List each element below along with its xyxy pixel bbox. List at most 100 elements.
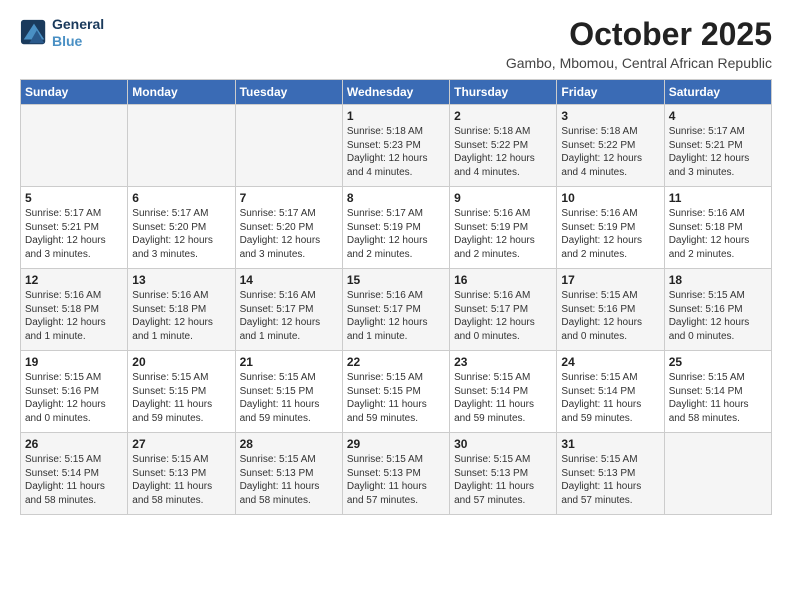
day-info: Sunrise: 5:18 AM Sunset: 5:23 PM Dayligh… <box>347 125 445 179</box>
col-monday: Monday <box>128 80 235 105</box>
day-number: 18 <box>669 273 767 287</box>
logo-line2: Blue <box>52 33 104 50</box>
location-subtitle: Gambo, Mbomou, Central African Republic <box>506 55 772 71</box>
week-row-2: 5 Sunrise: 5:17 AM Sunset: 5:21 PM Daylig… <box>21 187 772 269</box>
day-number: 9 <box>454 191 552 205</box>
logo: General Blue <box>20 16 104 50</box>
day-info: Sunrise: 5:15 AM Sunset: 5:15 PM Dayligh… <box>347 371 445 425</box>
day-info: Sunrise: 5:16 AM Sunset: 5:18 PM Dayligh… <box>25 289 123 343</box>
week-row-3: 12 Sunrise: 5:16 AM Sunset: 5:18 PM Dayli… <box>21 269 772 351</box>
calendar-header: Sunday Monday Tuesday Wednesday Thursday… <box>21 80 772 105</box>
day-cell: 3Sunrise: 5:18 AM Sunset: 5:22 PM Daylig… <box>557 105 664 187</box>
day-cell: 31Sunrise: 5:15 AM Sunset: 5:13 PM Dayli… <box>557 433 664 515</box>
col-saturday: Saturday <box>664 80 771 105</box>
header-row: Sunday Monday Tuesday Wednesday Thursday… <box>21 80 772 105</box>
day-info: Sunrise: 5:15 AM Sunset: 5:16 PM Dayligh… <box>25 371 123 425</box>
day-info: Sunrise: 5:18 AM Sunset: 5:22 PM Dayligh… <box>454 125 552 179</box>
col-thursday: Thursday <box>450 80 557 105</box>
day-cell: 1 Sunrise: 5:18 AM Sunset: 5:23 PM Daylig… <box>342 105 449 187</box>
day-cell <box>235 105 342 187</box>
day-info: Sunrise: 5:16 AM Sunset: 5:18 PM Dayligh… <box>669 207 767 261</box>
calendar-page: General Blue October 2025 Gambo, Mbomou,… <box>0 0 792 612</box>
day-number: 22 <box>347 355 445 369</box>
logo-icon <box>20 19 48 47</box>
col-sunday: Sunday <box>21 80 128 105</box>
day-info: Sunrise: 5:15 AM Sunset: 5:14 PM Dayligh… <box>25 453 123 507</box>
day-number: 1 <box>347 109 445 123</box>
day-cell: 28 Sunrise: 5:15 AM Sunset: 5:13 PM Dayli… <box>235 433 342 515</box>
day-cell: 4 Sunrise: 5:17 AM Sunset: 5:21 PM Daylig… <box>664 105 771 187</box>
day-number: 3 <box>561 109 659 123</box>
day-info: Sunrise: 5:15 AM Sunset: 5:14 PM Dayligh… <box>454 371 552 425</box>
day-info: Sunrise: 5:15 AM Sunset: 5:13 PM Dayligh… <box>240 453 338 507</box>
day-cell: 22 Sunrise: 5:15 AM Sunset: 5:15 PM Dayli… <box>342 351 449 433</box>
calendar-table: Sunday Monday Tuesday Wednesday Thursday… <box>20 79 772 515</box>
day-cell: 19 Sunrise: 5:15 AM Sunset: 5:16 PM Dayli… <box>21 351 128 433</box>
day-info: Sunrise: 5:17 AM Sunset: 5:19 PM Dayligh… <box>347 207 445 261</box>
day-number: 23 <box>454 355 552 369</box>
day-number: 6 <box>132 191 230 205</box>
day-cell: 15 Sunrise: 5:16 AM Sunset: 5:17 PM Dayli… <box>342 269 449 351</box>
day-number: 11 <box>669 191 767 205</box>
day-cell: 10Sunrise: 5:16 AM Sunset: 5:19 PM Dayli… <box>557 187 664 269</box>
logo-line1: General <box>52 16 104 33</box>
day-info: Sunrise: 5:16 AM Sunset: 5:19 PM Dayligh… <box>454 207 552 261</box>
day-cell: 26Sunrise: 5:15 AM Sunset: 5:14 PM Dayli… <box>21 433 128 515</box>
day-number: 2 <box>454 109 552 123</box>
day-number: 19 <box>25 355 123 369</box>
header: General Blue October 2025 Gambo, Mbomou,… <box>20 16 772 71</box>
day-cell: 29Sunrise: 5:15 AM Sunset: 5:13 PM Dayli… <box>342 433 449 515</box>
day-cell <box>128 105 235 187</box>
day-number: 12 <box>25 273 123 287</box>
day-cell: 7Sunrise: 5:17 AM Sunset: 5:20 PM Daylig… <box>235 187 342 269</box>
day-info: Sunrise: 5:15 AM Sunset: 5:14 PM Dayligh… <box>669 371 767 425</box>
week-row-5: 26Sunrise: 5:15 AM Sunset: 5:14 PM Dayli… <box>21 433 772 515</box>
day-number: 28 <box>240 437 338 451</box>
day-cell: 20 Sunrise: 5:15 AM Sunset: 5:15 PM Dayli… <box>128 351 235 433</box>
day-cell: 24Sunrise: 5:15 AM Sunset: 5:14 PM Dayli… <box>557 351 664 433</box>
day-number: 13 <box>132 273 230 287</box>
day-cell: 23 Sunrise: 5:15 AM Sunset: 5:14 PM Dayli… <box>450 351 557 433</box>
day-cell: 30Sunrise: 5:15 AM Sunset: 5:13 PM Dayli… <box>450 433 557 515</box>
day-number: 31 <box>561 437 659 451</box>
day-info: Sunrise: 5:15 AM Sunset: 5:13 PM Dayligh… <box>454 453 552 507</box>
day-cell: 13Sunrise: 5:16 AM Sunset: 5:18 PM Dayli… <box>128 269 235 351</box>
day-info: Sunrise: 5:15 AM Sunset: 5:15 PM Dayligh… <box>132 371 230 425</box>
day-number: 16 <box>454 273 552 287</box>
day-cell: 9 Sunrise: 5:16 AM Sunset: 5:19 PM Daylig… <box>450 187 557 269</box>
day-number: 10 <box>561 191 659 205</box>
logo-text: General Blue <box>52 16 104 50</box>
day-number: 25 <box>669 355 767 369</box>
day-number: 5 <box>25 191 123 205</box>
day-cell: 17Sunrise: 5:15 AM Sunset: 5:16 PM Dayli… <box>557 269 664 351</box>
day-number: 20 <box>132 355 230 369</box>
day-number: 4 <box>669 109 767 123</box>
day-cell: 12 Sunrise: 5:16 AM Sunset: 5:18 PM Dayli… <box>21 269 128 351</box>
day-number: 14 <box>240 273 338 287</box>
title-block: October 2025 Gambo, Mbomou, Central Afri… <box>506 16 772 71</box>
day-cell: 18Sunrise: 5:15 AM Sunset: 5:16 PM Dayli… <box>664 269 771 351</box>
calendar-body: 1 Sunrise: 5:18 AM Sunset: 5:23 PM Daylig… <box>21 105 772 515</box>
day-cell <box>664 433 771 515</box>
day-info: Sunrise: 5:15 AM Sunset: 5:16 PM Dayligh… <box>561 289 659 343</box>
day-cell: 21Sunrise: 5:15 AM Sunset: 5:15 PM Dayli… <box>235 351 342 433</box>
day-cell: 27Sunrise: 5:15 AM Sunset: 5:13 PM Dayli… <box>128 433 235 515</box>
day-info: Sunrise: 5:17 AM Sunset: 5:21 PM Dayligh… <box>669 125 767 179</box>
day-number: 8 <box>347 191 445 205</box>
day-cell: 25 Sunrise: 5:15 AM Sunset: 5:14 PM Dayli… <box>664 351 771 433</box>
day-cell: 11 Sunrise: 5:16 AM Sunset: 5:18 PM Dayli… <box>664 187 771 269</box>
day-info: Sunrise: 5:16 AM Sunset: 5:17 PM Dayligh… <box>347 289 445 343</box>
day-number: 24 <box>561 355 659 369</box>
week-row-1: 1 Sunrise: 5:18 AM Sunset: 5:23 PM Daylig… <box>21 105 772 187</box>
col-tuesday: Tuesday <box>235 80 342 105</box>
day-info: Sunrise: 5:15 AM Sunset: 5:15 PM Dayligh… <box>240 371 338 425</box>
day-info: Sunrise: 5:17 AM Sunset: 5:21 PM Dayligh… <box>25 207 123 261</box>
day-cell <box>21 105 128 187</box>
day-info: Sunrise: 5:17 AM Sunset: 5:20 PM Dayligh… <box>240 207 338 261</box>
day-cell: 2 Sunrise: 5:18 AM Sunset: 5:22 PM Daylig… <box>450 105 557 187</box>
day-info: Sunrise: 5:16 AM Sunset: 5:17 PM Dayligh… <box>454 289 552 343</box>
day-info: Sunrise: 5:17 AM Sunset: 5:20 PM Dayligh… <box>132 207 230 261</box>
col-wednesday: Wednesday <box>342 80 449 105</box>
month-title: October 2025 <box>506 16 772 53</box>
day-number: 15 <box>347 273 445 287</box>
